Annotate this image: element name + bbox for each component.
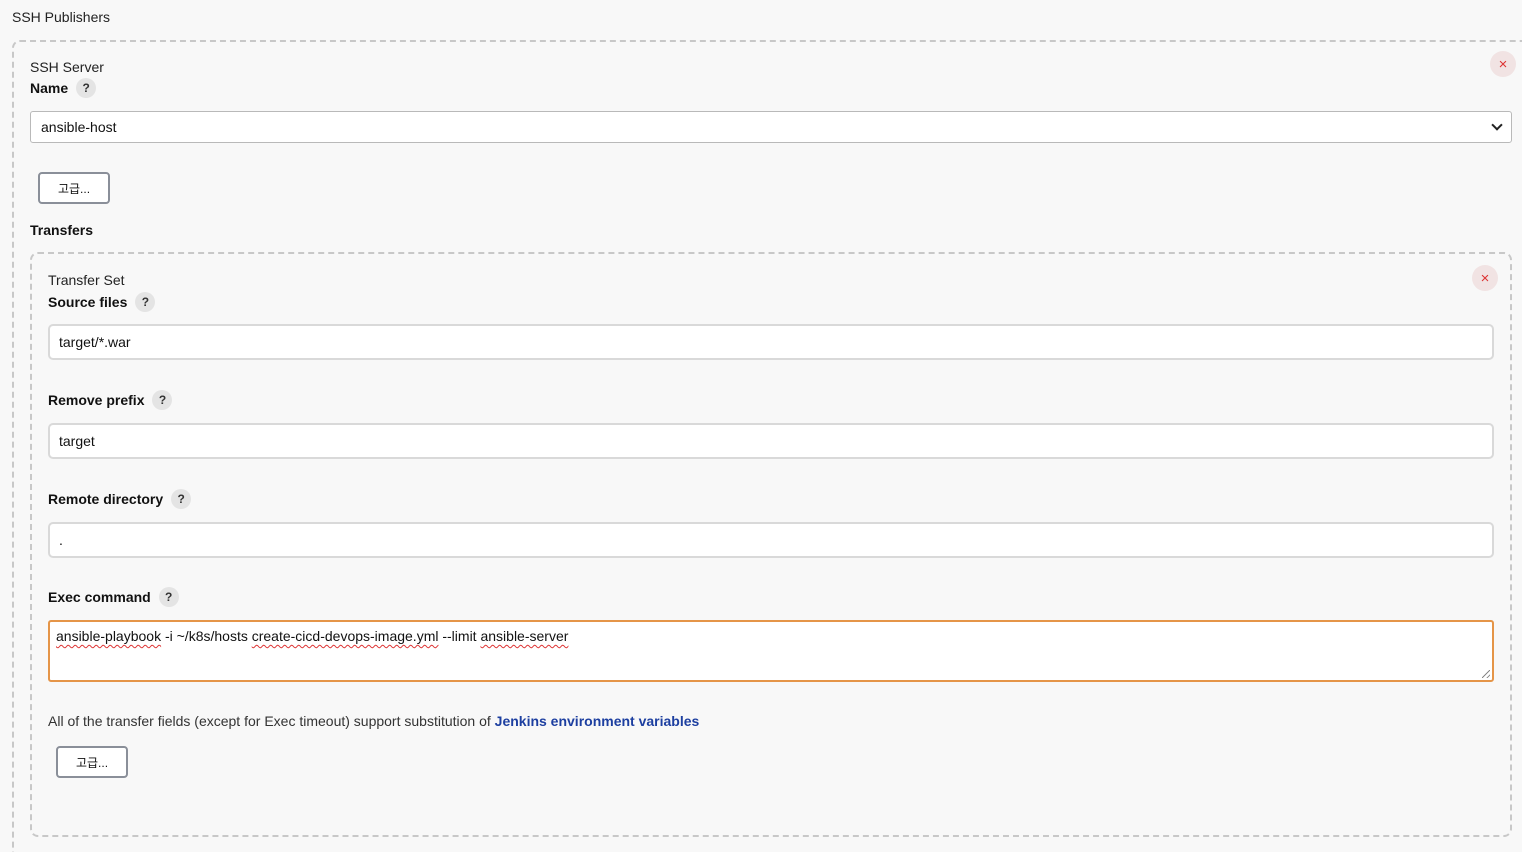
exec-command-label-text: Exec command <box>48 589 151 605</box>
ssh-server-title: SSH Server <box>30 59 104 75</box>
source-files-label: Source files ? <box>48 292 156 312</box>
exec-command-label: Exec command ? <box>48 587 179 607</box>
remote-directory-value: . <box>59 532 63 548</box>
server-name-select[interactable]: ansible-host <box>30 111 1512 143</box>
env-vars-note-text: All of the transfer fields (except for E… <box>48 713 495 729</box>
remove-prefix-input[interactable]: target <box>48 423 1494 459</box>
exec-command-part: --limit <box>438 628 481 644</box>
remote-directory-input[interactable]: . <box>48 522 1494 558</box>
jenkins-env-vars-link[interactable]: Jenkins environment variables <box>495 713 700 729</box>
env-vars-note: All of the transfer fields (except for E… <box>48 713 699 729</box>
server-name-value: ansible-host <box>41 119 117 135</box>
help-icon[interactable]: ? <box>152 390 173 410</box>
exec-command-part: ansible-server <box>480 628 569 644</box>
help-icon[interactable]: ? <box>135 292 156 312</box>
name-label-text: Name <box>30 80 69 96</box>
source-files-input[interactable]: target/*.war <box>48 324 1494 360</box>
exec-command-part: ansible-playbook <box>56 628 162 644</box>
help-icon[interactable]: ? <box>171 489 192 509</box>
ssh-server-advanced-button[interactable]: 고급... <box>38 172 110 204</box>
ssh-publishers-panel: SSH Publishers SSH Server × Name ? ansib… <box>0 0 1522 852</box>
exec-command-part: -i ~/k8s/hosts <box>161 628 252 644</box>
transfer-set-title: Transfer Set <box>48 272 125 288</box>
exec-command-textarea[interactable]: ansible-playbook -i ~/k8s/hosts create-c… <box>48 620 1494 682</box>
close-icon: × <box>1498 55 1508 73</box>
section-title: SSH Publishers <box>12 9 111 25</box>
delete-ssh-server-button[interactable]: × <box>1490 51 1516 77</box>
remove-prefix-value: target <box>59 433 95 449</box>
resize-handle-icon[interactable] <box>1482 670 1490 678</box>
remove-prefix-label-text: Remove prefix <box>48 392 145 408</box>
source-files-label-text: Source files <box>48 294 128 310</box>
source-files-value: target/*.war <box>59 334 131 350</box>
close-icon: × <box>1480 269 1490 287</box>
exec-command-part: create-cicd-devops-image.yml <box>251 628 439 644</box>
transfer-set-advanced-button[interactable]: 고급... <box>56 746 128 778</box>
help-icon[interactable]: ? <box>158 587 179 607</box>
remote-directory-label: Remote directory ? <box>48 489 192 509</box>
chevron-down-icon <box>1491 119 1503 131</box>
remove-prefix-label: Remove prefix ? <box>48 390 173 410</box>
remote-directory-label-text: Remote directory <box>48 491 164 507</box>
help-icon[interactable]: ? <box>76 78 97 98</box>
transfers-label: Transfers <box>30 222 94 238</box>
name-field-label: Name ? <box>30 78 97 98</box>
delete-transfer-set-button[interactable]: × <box>1472 265 1498 291</box>
